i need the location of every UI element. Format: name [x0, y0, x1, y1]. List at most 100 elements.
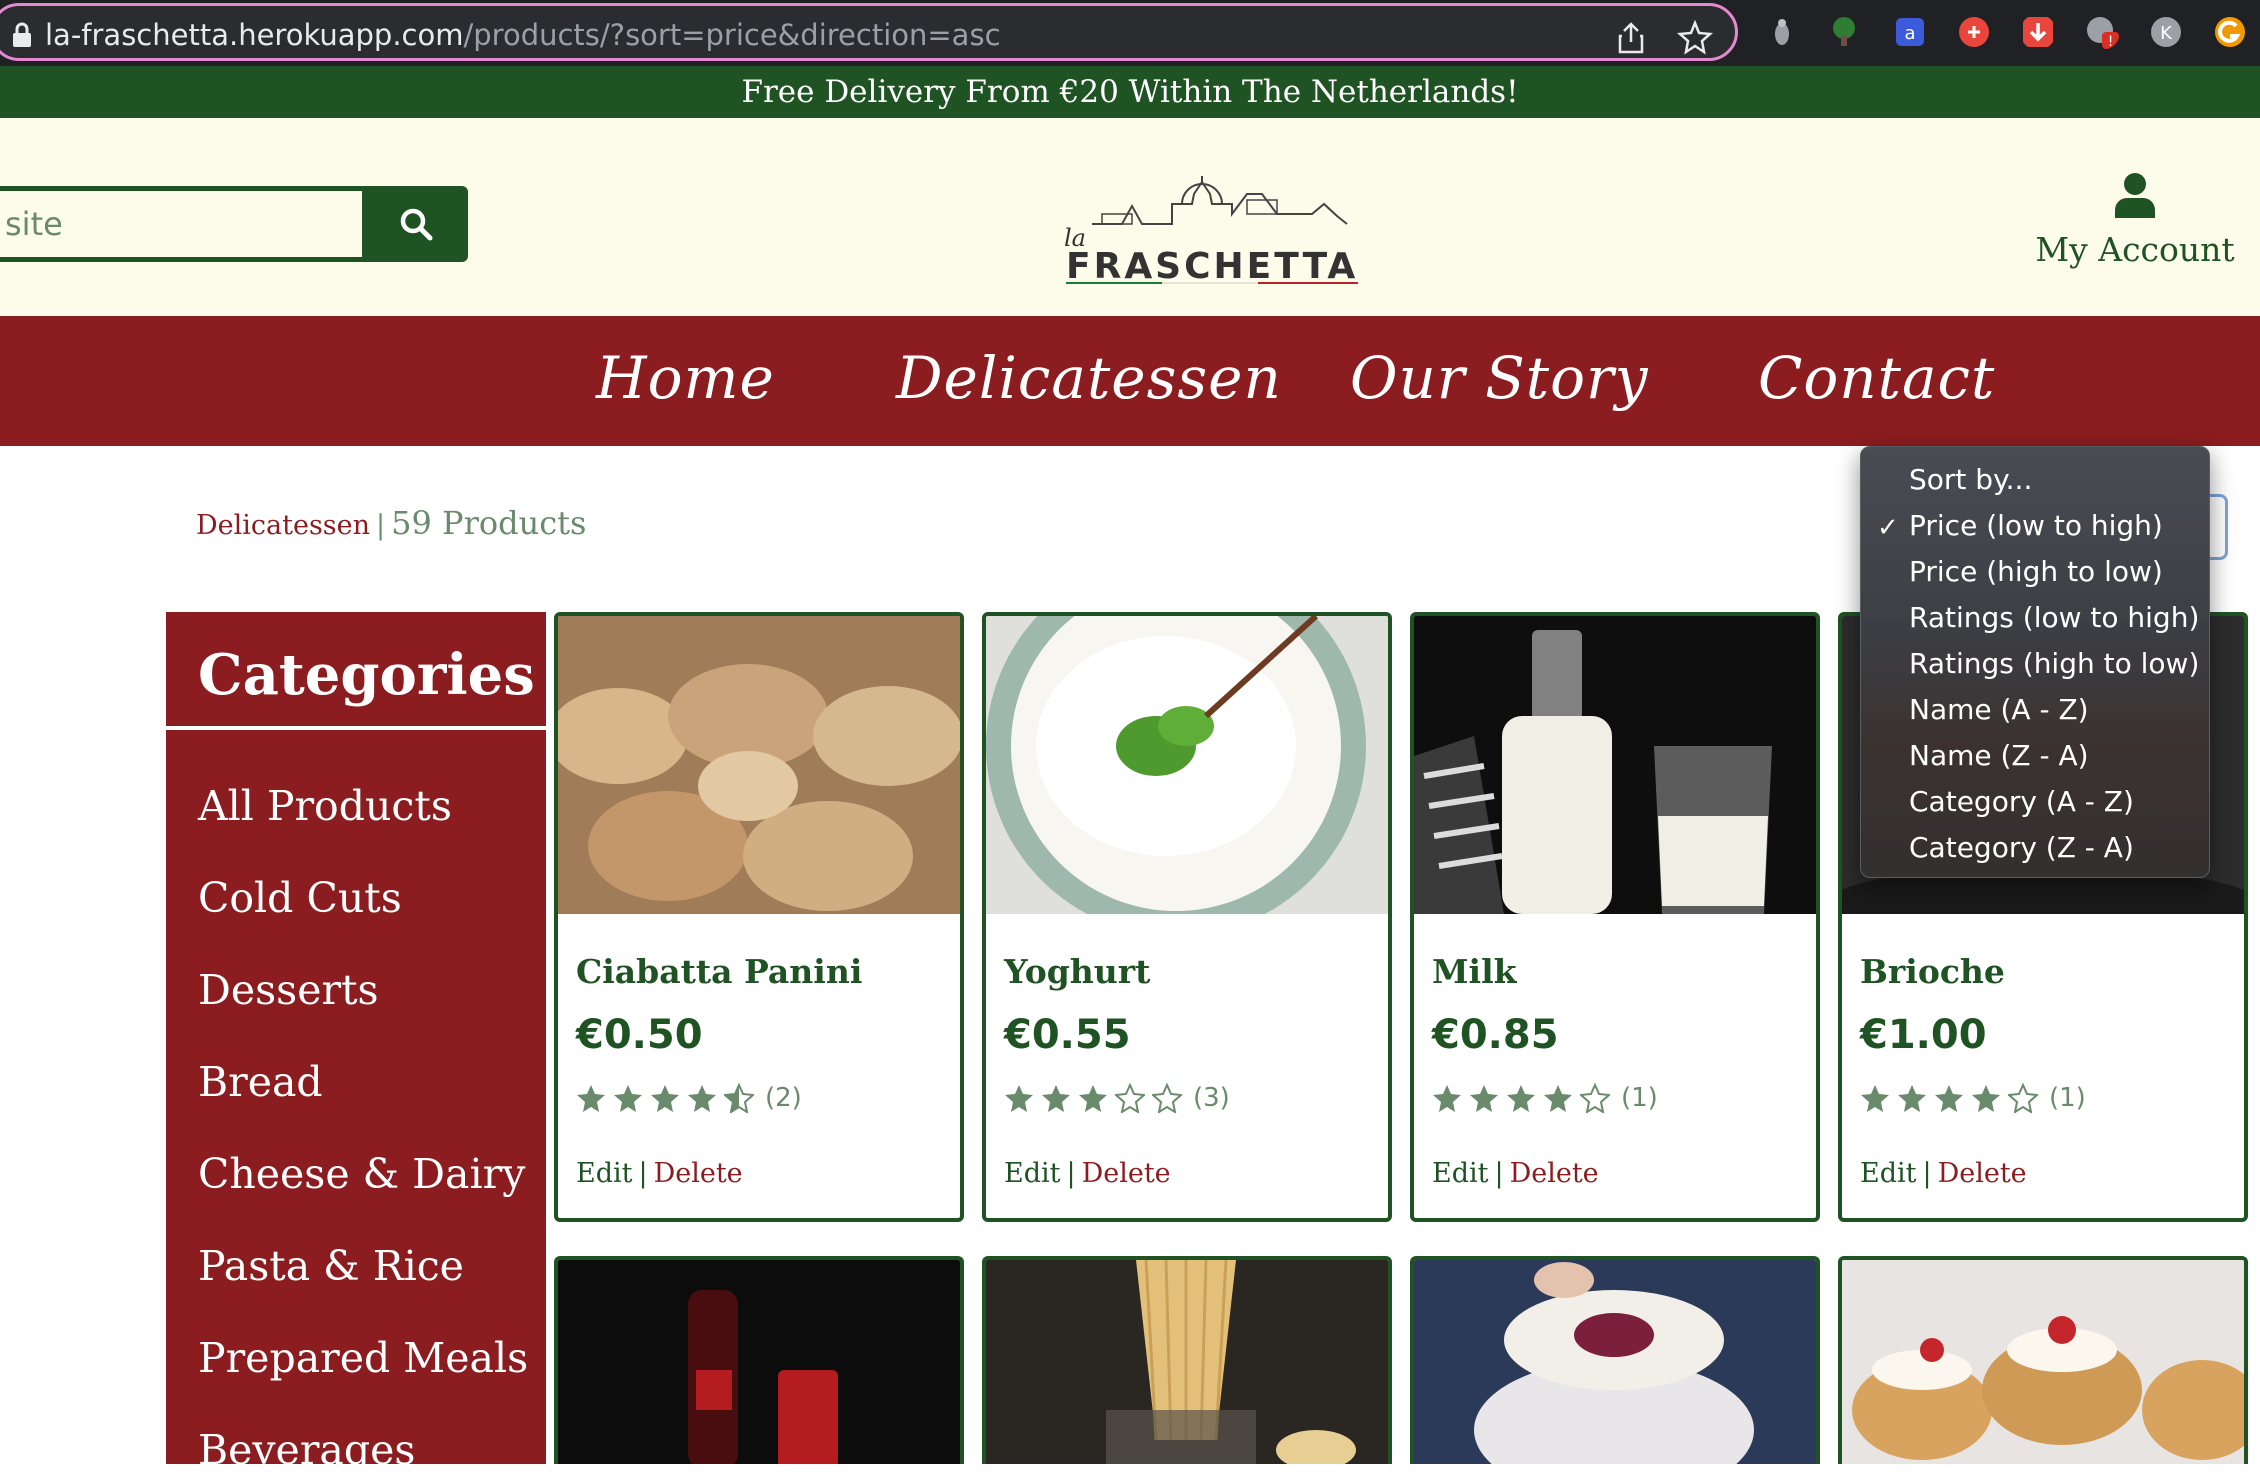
extension-translate-icon[interactable]: a	[1892, 14, 1928, 50]
delete-link[interactable]: Delete	[1938, 1158, 2027, 1189]
edit-link[interactable]: Edit	[1004, 1158, 1060, 1189]
category-bread[interactable]: Bread	[198, 1058, 323, 1106]
product-name[interactable]: Yoghurt	[1004, 952, 1150, 991]
extension-pin-icon[interactable]	[1764, 14, 1800, 50]
star-full-icon	[614, 1085, 642, 1112]
star-full-icon	[1507, 1085, 1535, 1112]
action-separator: |	[638, 1158, 648, 1189]
my-account-link[interactable]: My Account	[2030, 172, 2240, 282]
svg-text:!: !	[2108, 34, 2114, 50]
site-logo[interactable]: la FRASCHETTA	[1062, 154, 1362, 287]
star-full-icon	[1433, 1085, 1461, 1112]
nav-home[interactable]: Home	[596, 344, 775, 412]
svg-text:K: K	[2160, 23, 2173, 44]
sort-option-price-desc[interactable]: Price (high to low)	[1909, 555, 2163, 588]
category-cold-cuts[interactable]: Cold Cuts	[198, 874, 402, 922]
rating-count: (1)	[1621, 1083, 1658, 1113]
product-name[interactable]: Milk	[1432, 952, 1516, 991]
edit-link[interactable]: Edit	[1860, 1158, 1916, 1189]
category-desserts[interactable]: Desserts	[198, 966, 379, 1014]
share-icon[interactable]	[1613, 20, 1649, 56]
star-empty-icon	[1580, 1083, 1610, 1113]
product-card[interactable]	[1410, 1256, 1820, 1464]
category-beverages[interactable]: Beverages	[198, 1426, 415, 1474]
action-separator: |	[1494, 1158, 1504, 1189]
star-full-icon	[1042, 1085, 1070, 1112]
bookmark-star-icon[interactable]	[1677, 20, 1713, 56]
extension-download-icon[interactable]	[2020, 14, 2056, 50]
svg-text:FRASCHETTA: FRASCHETTA	[1066, 246, 1358, 284]
product-price: €0.85	[1432, 1012, 1559, 1058]
product-card[interactable]: Ciabatta Panini €0.50 (2) Edit | Delete	[554, 612, 964, 1222]
product-card[interactable]	[982, 1256, 1392, 1464]
extension-gray-icon[interactable]: !	[2084, 14, 2120, 50]
sort-option-rating-desc[interactable]: Ratings (high to low)	[1909, 647, 2199, 680]
delete-link[interactable]: Delete	[1082, 1158, 1171, 1189]
selected-checkmark-icon: ✓	[1877, 513, 1899, 543]
product-rating: (1)	[1432, 1080, 1658, 1116]
address-bar[interactable]: la-fraschetta.herokuapp.com/products/?so…	[0, 3, 1738, 61]
product-card[interactable]: Milk €0.85 (1) Edit | Delete	[1410, 612, 1820, 1222]
sort-option-price-asc[interactable]: Price (low to high)	[1909, 509, 2163, 542]
search-button[interactable]	[362, 186, 468, 262]
extension-tree-icon[interactable]	[1826, 14, 1862, 50]
product-card[interactable]: Yoghurt €0.55 (3) Edit | Delete	[982, 612, 1392, 1222]
sort-option-category-asc[interactable]: Category (A - Z)	[1909, 785, 2134, 818]
star-empty-icon	[1152, 1083, 1182, 1113]
nav-our-story[interactable]: Our Story	[1350, 344, 1649, 412]
product-rating: (1)	[1860, 1080, 2086, 1116]
breadcrumb-category-link[interactable]: Delicatessen	[196, 510, 370, 541]
categories-sidebar: Categories All Products Cold Cuts Desser…	[166, 612, 546, 1474]
product-image[interactable]	[1414, 1260, 1816, 1464]
star-full-icon	[1935, 1085, 1963, 1112]
extension-orange-icon[interactable]	[2212, 14, 2248, 50]
product-image[interactable]	[558, 616, 960, 914]
edit-link[interactable]: Edit	[1432, 1158, 1488, 1189]
sort-dropdown-menu: ✓ Sort by... Price (low to high) Price (…	[1860, 446, 2210, 878]
product-card[interactable]	[1838, 1256, 2248, 1464]
sort-option-category-desc[interactable]: Category (Z - A)	[1909, 831, 2134, 864]
sort-option-name-desc[interactable]: Name (Z - A)	[1909, 739, 2089, 772]
product-rating: (3)	[1004, 1080, 1230, 1116]
extension-red-circle-icon[interactable]	[1956, 14, 1992, 50]
sort-option-name-asc[interactable]: Name (A - Z)	[1909, 693, 2089, 726]
edit-link[interactable]: Edit	[576, 1158, 632, 1189]
product-rating: (2)	[576, 1080, 802, 1116]
star-full-icon	[1079, 1085, 1107, 1112]
product-image[interactable]	[558, 1260, 960, 1464]
nav-contact[interactable]: Contact	[1758, 344, 1995, 412]
search-placeholder: site	[5, 205, 63, 243]
sort-option-placeholder[interactable]: Sort by...	[1909, 463, 2032, 496]
sort-option-rating-asc[interactable]: Ratings (low to high)	[1909, 601, 2199, 634]
star-full-icon	[1972, 1085, 2000, 1112]
product-name[interactable]: Ciabatta Panini	[576, 952, 862, 991]
promo-banner: Free Delivery From €20 Within The Nether…	[0, 66, 2260, 118]
nav-delicatessen[interactable]: Delicatessen	[896, 344, 1282, 412]
product-image[interactable]	[1842, 1260, 2244, 1464]
browser-toolbar: la-fraschetta.herokuapp.com/products/?so…	[0, 0, 2260, 66]
breadcrumb-separator: |	[376, 510, 386, 541]
product-image[interactable]	[986, 616, 1388, 914]
delete-link[interactable]: Delete	[1510, 1158, 1599, 1189]
product-price: €0.55	[1004, 1012, 1131, 1058]
category-cheese-dairy[interactable]: Cheese & Dairy	[198, 1150, 525, 1198]
product-actions: Edit | Delete	[1432, 1158, 1599, 1189]
category-all-products[interactable]: All Products	[198, 782, 452, 830]
product-name[interactable]: Brioche	[1860, 952, 2005, 991]
category-pasta-rice[interactable]: Pasta & Rice	[198, 1242, 464, 1290]
product-image[interactable]	[986, 1260, 1388, 1464]
star-full-icon	[651, 1085, 679, 1112]
rating-count: (2)	[765, 1083, 802, 1113]
product-price: €1.00	[1860, 1012, 1987, 1058]
star-full-icon	[1544, 1085, 1572, 1112]
star-empty-icon	[2008, 1083, 2038, 1113]
rating-count: (1)	[2049, 1083, 2086, 1113]
product-card[interactable]	[554, 1256, 964, 1464]
product-image[interactable]	[1414, 616, 1816, 914]
search-input[interactable]: site	[0, 186, 365, 262]
search-icon	[400, 208, 433, 241]
category-prepared-meals[interactable]: Prepared Meals	[198, 1334, 528, 1382]
delete-link[interactable]: Delete	[654, 1158, 743, 1189]
action-separator: |	[1066, 1158, 1076, 1189]
profile-avatar-icon[interactable]: K	[2148, 14, 2184, 50]
